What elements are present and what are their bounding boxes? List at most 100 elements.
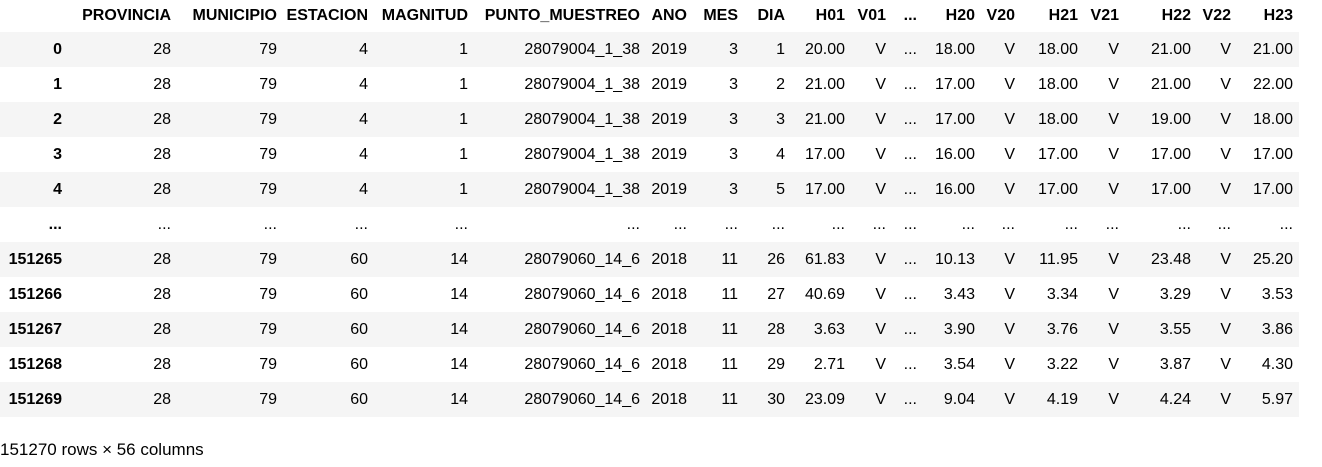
table-cell: 79 [259, 250, 277, 268]
table-cell: V [1108, 320, 1119, 338]
table-row: 3 28 79 4 1 28079004_1_38 2019 3 4 17.00 V... 16.00… [0, 137, 1299, 172]
table-cell: 17.00 [804, 180, 845, 198]
table-cell: 3.29 [1159, 285, 1191, 303]
table-cell: V [875, 110, 886, 128]
table-cell: ... [903, 215, 917, 233]
table-cell: 17.00 [934, 110, 975, 128]
table-cell: 4.24 [1159, 390, 1191, 408]
table-cell: 11 [721, 355, 738, 373]
table-cell: V [1004, 145, 1015, 163]
table-cell: 20.00 [804, 40, 845, 58]
table-cell: 5 [776, 180, 785, 198]
table-cell: 79 [259, 355, 277, 373]
table-cell: 14 [450, 250, 468, 268]
table-cell: 28079004_1_38 [524, 145, 640, 163]
table-cell: 1 [459, 145, 468, 163]
table-cell: 14 [450, 320, 468, 338]
table-cell: V [875, 75, 886, 93]
table-cell: 17.00 [1252, 145, 1293, 163]
table-cell: 17.00 [1252, 180, 1293, 198]
column-header: H01 [815, 7, 845, 24]
table-cell: V [1220, 390, 1231, 408]
table-cell: ... [903, 145, 917, 163]
table-cell: 3.34 [1046, 285, 1078, 303]
table-cell: 2019 [651, 110, 687, 128]
table-cell: 3.22 [1046, 355, 1078, 373]
table-cell: 60 [350, 285, 368, 303]
table-cell: 3.53 [1261, 285, 1293, 303]
table-cell: ... [831, 215, 845, 233]
table-cell: ... [903, 110, 917, 128]
table-cell: 23.09 [804, 390, 845, 408]
table-cell: 17.00 [934, 75, 975, 93]
table-cell: V [1108, 355, 1119, 373]
column-header: MAGNITUD [381, 7, 468, 24]
table-cell: 18.00 [934, 40, 975, 58]
table-cell: V [1220, 75, 1231, 93]
table-cell: 25.20 [1252, 250, 1293, 268]
table-cell: 28079004_1_38 [524, 40, 640, 58]
table-cell: 11 [721, 320, 738, 338]
table-cell: ... [673, 215, 687, 233]
table-cell: 79 [259, 390, 277, 408]
table-cell: V [875, 390, 886, 408]
table-cell: 4 [359, 110, 368, 128]
table-cell: 28079060_14_6 [524, 390, 640, 408]
table-cell: 4.19 [1046, 390, 1078, 408]
table-cell: ... [1064, 215, 1078, 233]
table-body: 0 28 79 4 1 28079004_1_38 2019 3 1 20.00 V... 18.00… [0, 32, 1299, 417]
table-cell: 29 [767, 355, 785, 373]
table-cell: ... [263, 215, 277, 233]
table-cell: 3 [729, 145, 738, 163]
table-cell: 17.00 [1037, 180, 1078, 198]
table-cell: ... [961, 215, 975, 233]
table-cell: 21.00 [1150, 40, 1191, 58]
table-cell: 3.55 [1159, 320, 1191, 338]
table-cell: 28079060_14_6 [524, 320, 640, 338]
column-header: ... [903, 7, 917, 24]
table-cell: 18.00 [1037, 40, 1078, 58]
table-cell: 19.00 [1150, 110, 1191, 128]
table-cell: 2018 [651, 285, 687, 303]
table-cell: 21.00 [804, 75, 845, 93]
table-cell: 2018 [651, 250, 687, 268]
column-header: PUNTO_MUESTREO [484, 7, 640, 24]
table-cell: 28 [153, 285, 171, 303]
table-cell: 17.00 [1037, 145, 1078, 163]
row-index-cell: 2 [53, 110, 62, 128]
row-index-cell: 151265 [8, 250, 62, 268]
table-cell: ... [354, 215, 368, 233]
table-cell: 28 [153, 75, 171, 93]
table-cell: V [1004, 40, 1015, 58]
header-row: PROVINCIA MUNICIPIO ESTACION MAGNITUD PUNTO_… [0, 0, 1299, 32]
table-cell: 3.76 [1046, 320, 1078, 338]
table-cell: 23.48 [1150, 250, 1191, 268]
table-cell: 26 [767, 250, 785, 268]
table-cell: ... [454, 215, 468, 233]
table-cell: 79 [259, 40, 277, 58]
table-cell: 1 [459, 40, 468, 58]
table-cell: 4 [359, 75, 368, 93]
table-cell: ... [903, 285, 917, 303]
table-cell: 3 [729, 110, 738, 128]
table-cell: ... [157, 215, 171, 233]
table-row: 1 28 79 4 1 28079004_1_38 2019 3 2 21.00 V... 17.00… [0, 67, 1299, 102]
table-cell: 28079060_14_6 [524, 285, 640, 303]
column-header: H23 [1263, 7, 1293, 24]
table-cell: V [1108, 75, 1119, 93]
table-cell: V [1108, 390, 1119, 408]
table-cell: 28079004_1_38 [524, 110, 640, 128]
table-cell: 30 [767, 390, 785, 408]
table-cell: 27 [767, 285, 785, 303]
row-index-cell: ... [48, 215, 62, 233]
table-cell: 2018 [651, 355, 687, 373]
table-cell: 1 [776, 40, 785, 58]
table-cell: 11.95 [1039, 250, 1078, 268]
table-cell: V [1108, 145, 1119, 163]
row-index-cell: 1 [53, 75, 62, 93]
table-cell: 61.83 [804, 250, 845, 268]
table-cell: V [1108, 40, 1119, 58]
table-row: 151269 28 79 60 14 28079060_14_6 2018 11 30 23.09… [0, 382, 1299, 417]
table-cell: 16.00 [934, 180, 975, 198]
table-cell: 18.00 [1037, 110, 1078, 128]
